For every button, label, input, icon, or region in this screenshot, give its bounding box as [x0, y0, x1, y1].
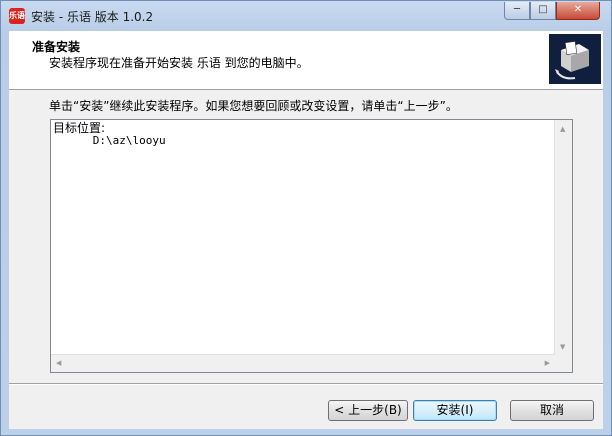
installer-window: 乐语 安装 - 乐语 版本 1.0.2 ─ □ ✕ 准备安装 安装程序现在准备开…: [0, 0, 612, 436]
page-title: 准备安装: [32, 40, 81, 54]
memo-label: 目标位置:: [53, 121, 106, 135]
horizontal-scrollbar[interactable]: ◀ ▶: [51, 354, 555, 372]
summary-memo[interactable]: 目标位置: D:\az\looyu ▲ ▼ ◀ ▶: [50, 119, 573, 373]
minimize-button[interactable]: ─: [504, 2, 530, 20]
install-button[interactable]: 安装(I): [413, 400, 497, 421]
installer-box-icon: [549, 34, 601, 84]
back-button[interactable]: < 上一步(B): [328, 400, 408, 421]
instruction-text: 单击“安装”继续此安装程序。如果您想要回顾或改变设置，请单击“上一步”。: [49, 99, 458, 113]
wizard-client-area: 准备安装 安装程序现在准备开始安装 乐语 到您的电脑中。 单击“安装”继续此安装…: [9, 31, 603, 429]
title-bar[interactable]: 乐语 安装 - 乐语 版本 1.0.2 ─ □ ✕: [1, 1, 611, 31]
scroll-corner: [555, 355, 572, 372]
scroll-up-icon[interactable]: ▲: [560, 125, 565, 133]
installer-box-icon-graphic: [549, 34, 601, 84]
app-icon: 乐语: [9, 8, 25, 24]
window-title: 安装 - 乐语 版本 1.0.2: [31, 10, 154, 24]
memo-content: 目标位置: D:\az\looyu: [53, 122, 166, 147]
scroll-left-icon[interactable]: ◀: [56, 359, 61, 367]
cancel-button[interactable]: 取消: [510, 400, 594, 421]
scroll-right-icon[interactable]: ▶: [545, 359, 550, 367]
vertical-scrollbar[interactable]: ▲ ▼: [554, 120, 572, 355]
install-path: D:\az\looyu: [53, 134, 166, 147]
close-button[interactable]: ✕: [556, 2, 600, 20]
divider: [9, 383, 603, 385]
page-subtitle: 安装程序现在准备开始安装 乐语 到您的电脑中。: [49, 56, 309, 70]
scroll-down-icon[interactable]: ▼: [560, 343, 565, 351]
wizard-header: 准备安装 安装程序现在准备开始安装 乐语 到您的电脑中。: [9, 31, 603, 90]
maximize-button[interactable]: □: [530, 2, 556, 20]
